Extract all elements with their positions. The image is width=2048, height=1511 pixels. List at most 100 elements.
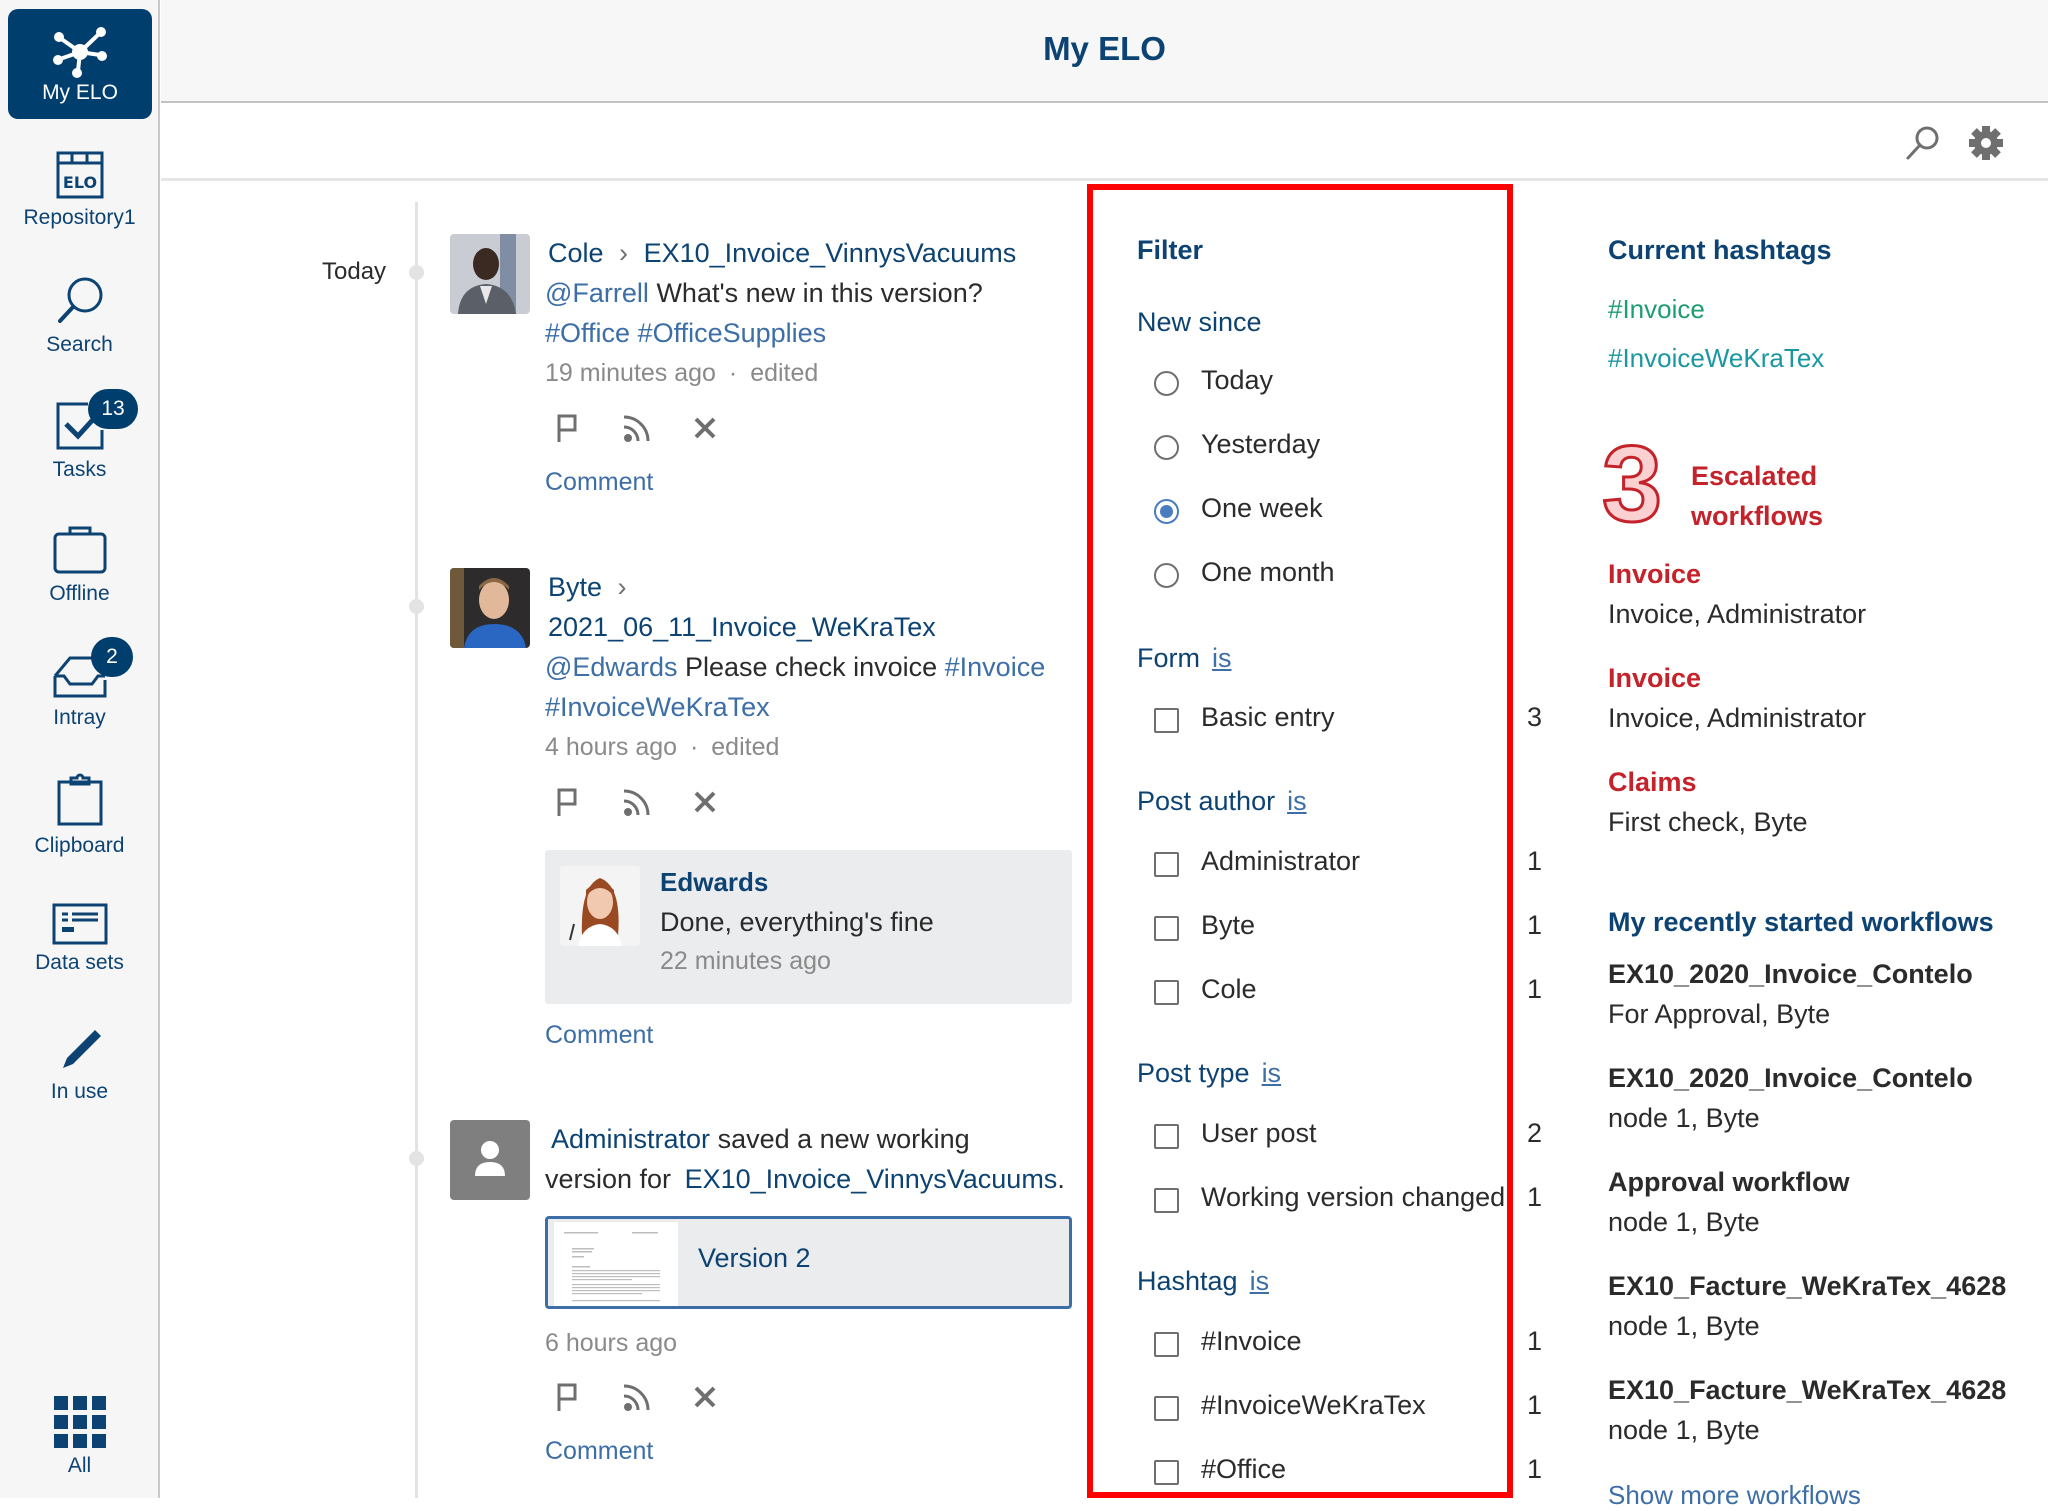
filter-operator-link[interactable]: is xyxy=(1212,643,1232,673)
document-thumbnail xyxy=(554,1222,678,1306)
feed-subscribe-icon[interactable] xyxy=(621,786,653,818)
show-more-workflows-link[interactable]: Show more workflows xyxy=(1608,1480,1861,1511)
post-author-link[interactable]: Byte xyxy=(548,572,602,602)
close-icon[interactable] xyxy=(689,786,721,818)
filter-group-label: Post author xyxy=(1137,786,1276,816)
radio-button-selected[interactable] xyxy=(1154,499,1179,524)
checkbox[interactable] xyxy=(1154,852,1179,877)
feed-subscribe-icon[interactable] xyxy=(621,412,653,444)
checkbox[interactable] xyxy=(1154,1396,1179,1421)
hashtag-links[interactable]: #Office #OfficeSupplies xyxy=(545,313,826,353)
version-card[interactable]: Version 2 xyxy=(545,1216,1072,1309)
sidebar-item-clipboard[interactable]: Clipboard xyxy=(0,770,159,858)
sidebar-item-search[interactable]: Search xyxy=(0,275,159,357)
repository-icon: ELO xyxy=(56,151,103,199)
flag-icon[interactable] xyxy=(553,1381,585,1413)
avatar-placeholder[interactable] xyxy=(450,1120,530,1200)
sidebar: My ELO ELO Repository1 Search 13 Tasks O… xyxy=(0,0,160,1498)
reply-comment: Edwards Done, everything's fine 22 minut… xyxy=(545,850,1072,1004)
radio-button[interactable] xyxy=(1154,563,1179,588)
flag-icon[interactable] xyxy=(553,786,585,818)
reply-text: Done, everything's fine xyxy=(660,907,934,937)
recent-workflow-link[interactable]: EX10_Facture_WeKraTex_4628 xyxy=(1608,1271,2006,1302)
edited-label: edited xyxy=(750,359,819,387)
post-document-link[interactable]: EX10_Invoice_VinnysVacuums xyxy=(644,238,1017,268)
network-hub-icon xyxy=(53,27,107,78)
post-author-link[interactable]: Administrator xyxy=(551,1124,710,1154)
sidebar-item-repository[interactable]: ELO Repository1 xyxy=(0,150,159,230)
comment-link[interactable]: Comment xyxy=(545,1437,653,1466)
checkbox-label: Working version changed xyxy=(1201,1182,1506,1212)
radio-button[interactable] xyxy=(1154,371,1179,396)
reply-time: 22 minutes ago xyxy=(660,947,831,975)
meta-separator: · xyxy=(728,359,738,387)
checkbox[interactable] xyxy=(1154,708,1179,733)
radio-label: Yesterday xyxy=(1201,429,1321,459)
sidebar-item-label: Repository1 xyxy=(23,206,136,229)
post-text: What's new in this version? xyxy=(656,278,983,308)
hashtag-link[interactable]: #Invoice xyxy=(1608,294,1705,325)
sidebar-item-label: My ELO xyxy=(42,81,118,104)
sidebar-item-label: All xyxy=(67,1454,92,1477)
recent-workflow-link[interactable]: EX10_2020_Invoice_Contelo xyxy=(1608,1063,1973,1094)
avatar[interactable] xyxy=(450,234,530,314)
post-document-link[interactable]: 2021_06_11_Invoice_WeKraTex xyxy=(548,607,936,647)
sidebar-item-tasks[interactable]: 13 Tasks xyxy=(0,389,159,482)
escalated-label-line: workflows xyxy=(1691,501,1824,531)
sidebar-item-data-sets[interactable]: Data sets xyxy=(0,903,159,975)
radio-label: Today xyxy=(1201,365,1274,395)
recent-workflow-link[interactable]: Approval workflow xyxy=(1608,1167,1850,1198)
flag-icon[interactable] xyxy=(553,412,585,444)
checkbox[interactable] xyxy=(1154,980,1179,1005)
escalated-workflow-detail: Invoice, Administrator xyxy=(1608,703,1867,733)
checkbox[interactable] xyxy=(1154,1332,1179,1357)
mention-link[interactable]: @Farrell xyxy=(545,278,649,308)
escalated-workflow-link[interactable]: Invoice xyxy=(1608,559,1701,590)
escalated-workflow-link[interactable]: Invoice xyxy=(1608,663,1701,694)
sidebar-item-offline[interactable]: Offline xyxy=(0,524,159,606)
mention-link[interactable]: @Edwards xyxy=(545,652,677,682)
checkbox[interactable] xyxy=(1154,1188,1179,1213)
header: My ELO xyxy=(161,0,2048,103)
recent-workflow-link[interactable]: EX10_2020_Invoice_Contelo xyxy=(1608,959,1973,990)
checkbox[interactable] xyxy=(1154,916,1179,941)
hashtag-link[interactable]: #Invoice xyxy=(945,652,1046,682)
close-icon[interactable] xyxy=(689,1381,721,1413)
filter-count: 2 xyxy=(1527,1118,1543,1148)
filter-count: 1 xyxy=(1527,1454,1543,1484)
filter-operator-link[interactable]: is xyxy=(1250,1266,1270,1296)
comment-link[interactable]: Comment xyxy=(545,468,653,497)
comment-link[interactable]: Comment xyxy=(545,1021,653,1050)
filter-count: 1 xyxy=(1527,1182,1543,1212)
timeline-line xyxy=(415,202,418,1498)
reply-author-link[interactable]: Edwards xyxy=(660,862,768,902)
checkbox[interactable] xyxy=(1154,1124,1179,1149)
escalated-count[interactable]: 3 xyxy=(1600,428,1663,539)
radio-button[interactable] xyxy=(1154,435,1179,460)
gear-icon[interactable] xyxy=(1966,123,2006,163)
briefcase-icon xyxy=(53,526,106,574)
recent-workflow-link[interactable]: EX10_Facture_WeKraTex_4628 xyxy=(1608,1375,2006,1406)
escalated-workflow-link[interactable]: Claims xyxy=(1608,767,1697,798)
sidebar-item-all[interactable]: All xyxy=(0,1396,159,1478)
filter-operator-link[interactable]: is xyxy=(1287,786,1307,816)
feed-subscribe-icon[interactable] xyxy=(621,1381,653,1413)
avatar[interactable] xyxy=(450,568,530,648)
checkbox-label: #Office xyxy=(1201,1454,1287,1484)
checkbox[interactable] xyxy=(1154,1460,1179,1485)
clipboard-icon xyxy=(57,773,102,826)
sidebar-item-in-use[interactable]: In use xyxy=(0,1024,159,1104)
sidebar-item-label: Intray xyxy=(53,706,106,729)
close-icon[interactable] xyxy=(689,412,721,444)
post-author-link[interactable]: Cole xyxy=(548,238,604,268)
grid-icon xyxy=(53,1396,106,1448)
filter-count: 3 xyxy=(1527,702,1543,732)
filter-operator-link[interactable]: is xyxy=(1262,1058,1282,1088)
avatar[interactable] xyxy=(560,866,640,946)
hashtag-link[interactable]: #InvoiceWeKraTex xyxy=(1608,343,1824,374)
search-icon[interactable] xyxy=(1903,123,1943,163)
post-document-link[interactable]: EX10_Invoice_VinnysVacuums xyxy=(685,1164,1058,1194)
sidebar-item-my-elo[interactable]: My ELO xyxy=(8,9,152,119)
sidebar-item-intray[interactable]: 2 Intray xyxy=(0,637,159,730)
hashtag-link[interactable]: #InvoiceWeKraTex xyxy=(545,687,770,727)
